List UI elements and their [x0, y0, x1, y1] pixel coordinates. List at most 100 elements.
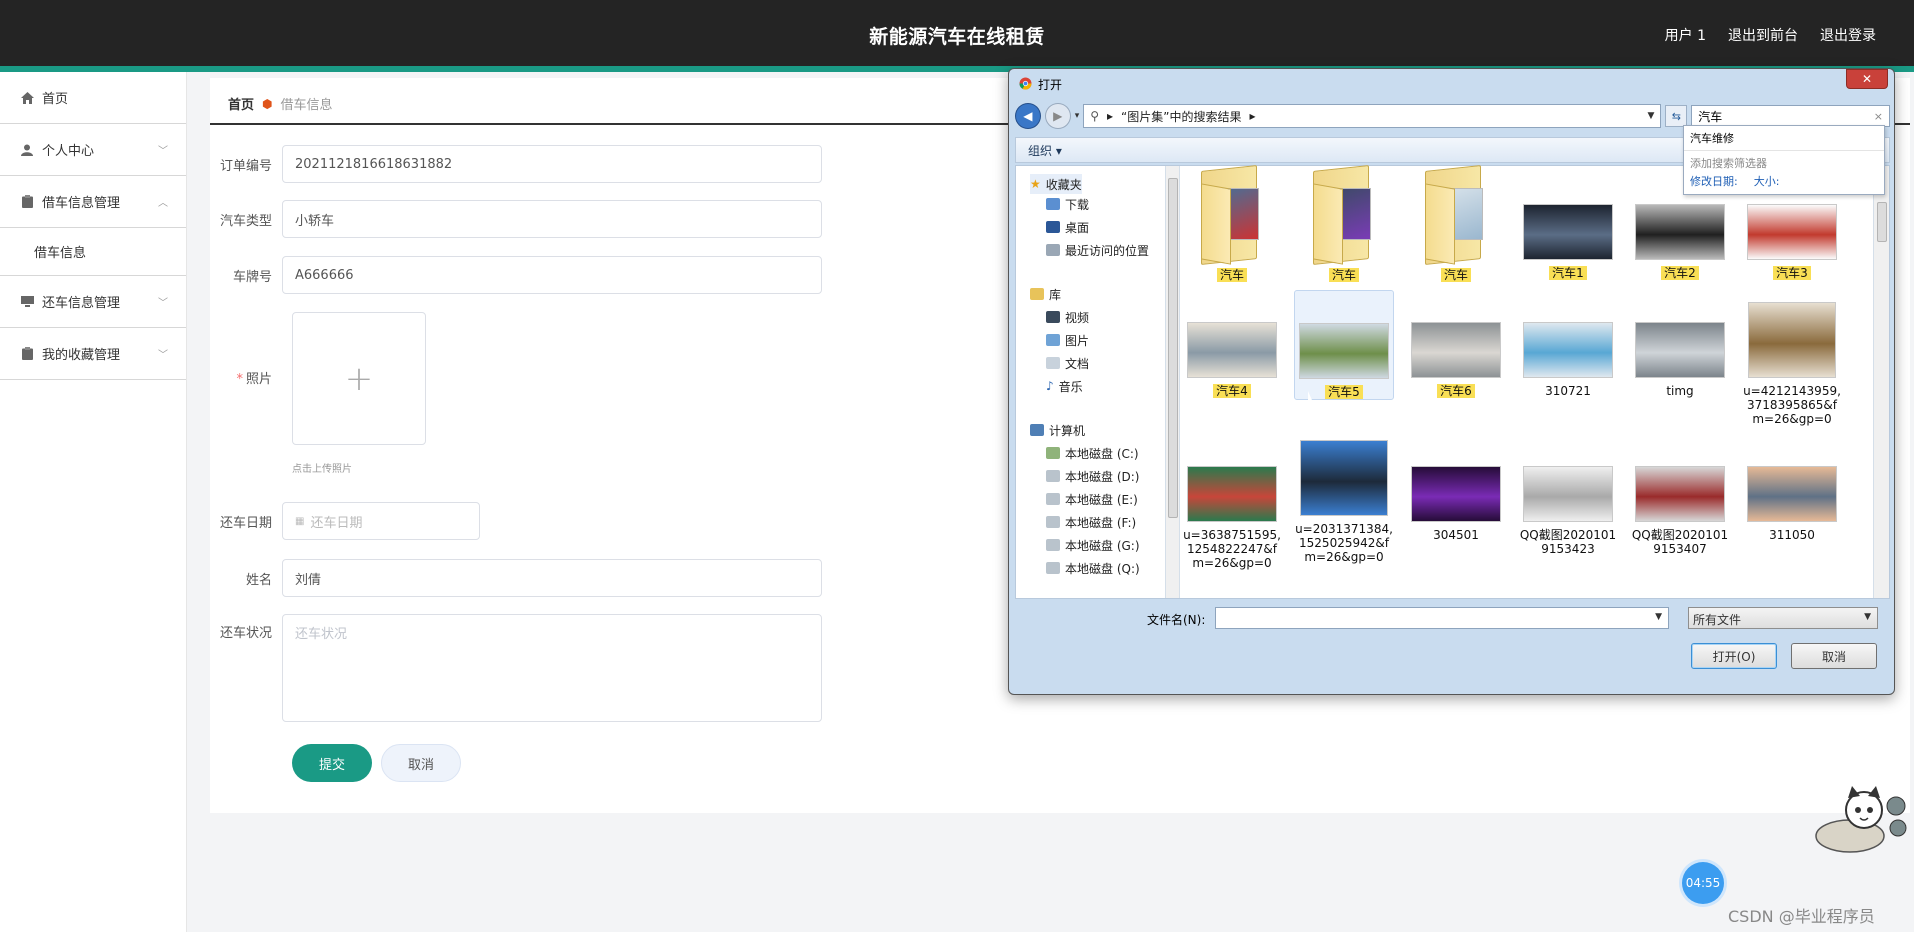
breadcrumb-home[interactable]: 首页 [228, 94, 254, 113]
tree-scrollbar[interactable] [1166, 166, 1180, 598]
tree-item-music[interactable]: ♪ 音乐 [1046, 376, 1083, 396]
car-type-field[interactable]: 小轿车 [282, 200, 822, 238]
recording-timer[interactable]: 04:55 [1682, 862, 1724, 904]
dialog-title-bar: 打开 [1019, 76, 1062, 93]
search-input[interactable]: 汽车 × [1691, 105, 1890, 127]
sidebar-item-favorites-management[interactable]: 我的收藏管理 ﹀ [0, 328, 186, 380]
tree-item-drive-d[interactable]: 本地磁盘 (D:) [1046, 466, 1139, 486]
file-grid-scrollbar[interactable] [1873, 166, 1889, 598]
breadcrumb-arrow-icon: ▸ [1249, 109, 1256, 123]
sidebar-subitem-borrow-info[interactable]: 借车信息 [0, 228, 186, 276]
organize-button[interactable]: 组织 ▾ [1028, 142, 1062, 159]
filter-modified-date[interactable]: 修改日期: [1690, 173, 1738, 189]
folder-item[interactable]: 汽车 [1294, 165, 1394, 282]
photo-label: * 照片 [236, 372, 272, 387]
refresh-button[interactable]: ⇆ [1665, 105, 1688, 127]
tree-item-downloads[interactable]: 下载 [1046, 194, 1089, 214]
drive-icon [1046, 493, 1060, 505]
tree-item-drive-c[interactable]: 本地磁盘 (C:) [1046, 443, 1139, 463]
user-link[interactable]: 用户 1 [1665, 25, 1706, 45]
csdn-watermark: CSDN @毕业程序员 [1728, 907, 1875, 926]
order-no-field[interactable]: 20211218166186​31882 [282, 145, 822, 183]
search-suggestions: 汽车维修 添加搜索筛选器 修改日期: 大小: [1683, 125, 1885, 195]
tree-item-favorites[interactable]: ★ 收藏夹 [1030, 174, 1082, 194]
chevron-up-icon: ︿ [158, 198, 168, 209]
status-textarea[interactable]: 还车状况 [282, 614, 822, 722]
tree-item-recent[interactable]: 最近访问的位置 [1046, 240, 1149, 260]
tree-item-documents[interactable]: 文档 [1046, 353, 1089, 373]
suggestion-item[interactable]: 汽车维修 [1684, 126, 1884, 151]
tree-item-drive-e[interactable]: 本地磁盘 (E:) [1046, 489, 1138, 509]
tree-item-library[interactable]: 库 [1030, 284, 1061, 304]
image-thumbnail [1523, 466, 1613, 522]
open-file-dialog: 打开 ✕ ◀ ▶ ▾ ⚲ ▸ “图片集”中的搜索结果 ▸ ▼ ⇆ 汽车 × 汽车… [1008, 68, 1895, 695]
address-dropdown-icon[interactable]: ▼ [1647, 111, 1654, 121]
chevron-down-icon: ﹀ [158, 298, 168, 309]
file-name: timg [1666, 384, 1694, 398]
logout-link[interactable]: 退出登录 [1820, 25, 1876, 45]
sidebar-item-personal-center[interactable]: 个人中心 ﹀ [0, 124, 186, 176]
file-type-select[interactable]: 所有文件 ▼ [1688, 607, 1878, 629]
file-item[interactable]: timg [1630, 290, 1730, 398]
folder-item[interactable]: 汽车 [1182, 165, 1282, 282]
plate-row: 车牌号 A666666 [210, 256, 910, 294]
history-dropdown-icon[interactable]: ▾ [1075, 111, 1080, 121]
filename-input[interactable]: ▼ [1215, 607, 1669, 629]
image-thumbnail [1299, 323, 1389, 379]
file-item[interactable]: QQ截图20201019153407 [1630, 436, 1730, 556]
submit-button[interactable]: 提交 [292, 744, 372, 782]
sidebar-item-borrow-management[interactable]: 借车信息管理 ︿ [0, 176, 186, 228]
tree-item-videos[interactable]: 视频 [1046, 307, 1089, 327]
dialog-cancel-button[interactable]: 取消 [1791, 643, 1877, 669]
address-bar[interactable]: ⚲ ▸ “图片集”中的搜索结果 ▸ ▼ [1083, 104, 1662, 128]
dialog-footer: 文件名(N): ▼ 所有文件 ▼ 打开(O) 取消 [1015, 603, 1890, 691]
filter-size[interactable]: 大小: [1754, 173, 1780, 189]
breadcrumb-separator-icon: ⬢ [262, 96, 273, 111]
file-item[interactable]: QQ截图20201019153423 [1518, 436, 1618, 556]
computer-icon [1030, 424, 1044, 436]
file-item[interactable]: 汽车4 [1182, 290, 1282, 398]
clear-search-icon[interactable]: × [1874, 110, 1883, 123]
tree-item-drive-q[interactable]: 本地磁盘 (Q:) [1046, 558, 1140, 578]
dialog-close-button[interactable]: ✕ [1846, 69, 1888, 89]
return-date-picker[interactable]: ▦ 还车日期 [282, 502, 480, 540]
tree-item-desktop[interactable]: 桌面 [1046, 217, 1089, 237]
file-item[interactable]: 310721 [1518, 290, 1618, 398]
tree-item-computer[interactable]: 计算机 [1030, 420, 1085, 440]
file-name: u=3638751595,1254822247&fm=26&gp=0 [1183, 528, 1281, 570]
file-name: 汽车2 [1661, 266, 1699, 280]
tree-item-drive-f[interactable]: 本地磁盘 (F:) [1046, 512, 1136, 532]
sidebar-item-home[interactable]: 首页 [0, 72, 186, 124]
navigation-tree: ★ 收藏夹 下载 桌面 最近访问的位置 库 视频 图片 文档 ♪ 音乐 计算机 … [1016, 166, 1166, 598]
file-name: 304501 [1433, 528, 1479, 542]
plate-field[interactable]: A666666 [282, 256, 822, 294]
header-links: 用户 1 退出到前台 退出登录 [1665, 25, 1876, 45]
photo-upload-button[interactable]: + [292, 312, 426, 445]
file-item[interactable]: 311050 [1742, 436, 1842, 542]
file-item[interactable]: u=3638751595,1254822247&fm=26&gp=0 [1182, 436, 1282, 570]
photo-upload-hint: 点击上传照片 [292, 464, 352, 475]
file-item[interactable]: 汽车1 [1518, 168, 1618, 280]
folder-item[interactable]: 汽车 [1406, 165, 1506, 282]
file-name: 汽车 [1328, 268, 1359, 282]
sidebar-item-return-management[interactable]: 还车信息管理 ﹀ [0, 276, 186, 328]
name-row: 姓名 刘倩 [210, 559, 910, 597]
order-no-row: 订单编号 20211218166186​31882 [210, 145, 910, 183]
file-item[interactable]: 汽车5 [1294, 290, 1394, 400]
cancel-button[interactable]: 取消 [381, 744, 461, 782]
file-item[interactable]: 304501 [1406, 436, 1506, 542]
tree-item-drive-g[interactable]: 本地磁盘 (G:) [1046, 535, 1140, 555]
filename-dropdown-icon[interactable]: ▼ [1655, 612, 1662, 622]
forward-button[interactable]: ▶ [1044, 103, 1071, 129]
back-button[interactable]: ◀ [1015, 103, 1041, 129]
file-item[interactable]: 汽车6 [1406, 290, 1506, 398]
folder-icon [1421, 165, 1491, 265]
exit-to-front-link[interactable]: 退出到前台 [1728, 25, 1798, 45]
file-name: QQ截图20201019153407 [1631, 528, 1729, 556]
breadcrumb-arrow-icon: ▸ [1107, 109, 1114, 123]
file-item[interactable]: u=4212143959,3718395865&fm=26&gp=0 [1742, 290, 1842, 426]
name-field[interactable]: 刘倩 [282, 559, 822, 597]
open-button[interactable]: 打开(O) [1691, 643, 1777, 669]
file-item[interactable]: u=2031371384,1525025942&fm=26&gp=0 [1294, 436, 1394, 564]
tree-item-pictures[interactable]: 图片 [1046, 330, 1089, 350]
